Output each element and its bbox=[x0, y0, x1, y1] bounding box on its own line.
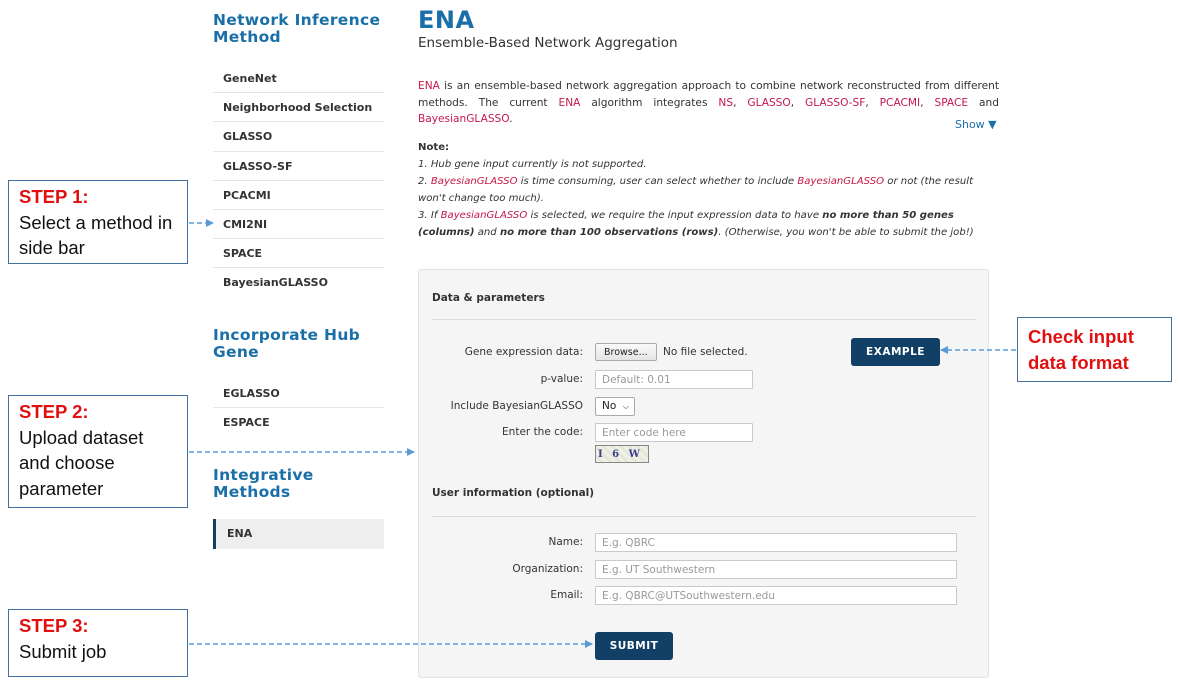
sidebar-list-hub-gene: EGLASSO ESPACE bbox=[213, 379, 384, 437]
submit-button[interactable]: SUBMIT bbox=[595, 632, 673, 660]
sidebar-item-espace[interactable]: ESPACE bbox=[213, 408, 384, 437]
note-text: 3. If bbox=[418, 210, 441, 221]
page-subtitle: Ensemble-Based Network Aggregation bbox=[418, 35, 678, 51]
callout-step3-title: STEP 3: bbox=[19, 615, 89, 636]
callout-step1-title: STEP 1: bbox=[19, 186, 89, 207]
sidebar-item-neighborhood-selection[interactable]: Neighborhood Selection bbox=[213, 93, 384, 123]
sidebar-item-pcacmi[interactable]: PCACMI bbox=[213, 181, 384, 210]
method-bayesianglasso-link[interactable]: BayesianGLASSO bbox=[418, 113, 509, 125]
callout-check-format: Check input data format bbox=[1017, 317, 1172, 382]
separator: . bbox=[509, 113, 513, 125]
chevron-down-icon: ⌵ bbox=[622, 402, 629, 411]
name-input[interactable] bbox=[595, 533, 957, 552]
callout-step1-text: Select a method in side bar bbox=[19, 211, 173, 259]
sidebar-list-integrative: ENA bbox=[213, 519, 384, 549]
note-term: BayesianGLASSO bbox=[430, 176, 518, 187]
note-text: and bbox=[474, 227, 500, 238]
note-term: BayesianGLASSO bbox=[440, 210, 528, 221]
divider bbox=[432, 319, 976, 320]
note-item-2: 2. BayesianGLASSO is time consuming, use… bbox=[418, 173, 999, 207]
note-item-3: 3. If BayesianGLASSO is selected, we req… bbox=[418, 207, 999, 241]
note-text: . (Otherwise, you won't be able to submi… bbox=[718, 227, 974, 238]
sidebar-heading-hub-gene: Incorporate Hub Gene bbox=[213, 326, 361, 361]
separator: , bbox=[790, 96, 806, 109]
method-ns-link[interactable]: NS bbox=[718, 97, 733, 109]
section-title-data-parameters: Data & parameters bbox=[432, 292, 545, 304]
select-value: No bbox=[602, 400, 617, 412]
name-label: Name: bbox=[548, 536, 583, 548]
show-more-link[interactable]: Show ▼ bbox=[955, 118, 997, 131]
callout-step2-title: STEP 2: bbox=[19, 401, 89, 422]
job-form-panel: Data & parameters Gene expression data: … bbox=[418, 269, 989, 678]
separator: , bbox=[920, 96, 935, 109]
callout-step3-text: Submit job bbox=[19, 640, 107, 662]
sidebar-heading-network-inference: Network Inference Method bbox=[213, 11, 381, 46]
sidebar-item-glasso[interactable]: GLASSO bbox=[213, 122, 384, 152]
code-label: Enter the code: bbox=[502, 426, 583, 438]
file-status-text: No file selected. bbox=[663, 346, 748, 358]
separator: , bbox=[733, 96, 748, 109]
sidebar-item-genenet[interactable]: GeneNet bbox=[213, 64, 384, 94]
note-text: is selected, we require the input expres… bbox=[527, 210, 823, 221]
note-term: BayesianGLASSO bbox=[797, 176, 885, 187]
separator: and bbox=[968, 96, 999, 109]
sidebar-item-glasso-sf[interactable]: GLASSO-SF bbox=[213, 152, 384, 181]
sidebar-list-network-inference: GeneNet Neighborhood Selection GLASSO GL… bbox=[213, 64, 384, 298]
intro-paragraph: ENA is an ensemble-based network aggrega… bbox=[418, 78, 999, 128]
note-title: Note: bbox=[418, 142, 450, 153]
email-input[interactable] bbox=[595, 586, 957, 605]
captcha-image: I 6 W B bbox=[595, 445, 649, 463]
divider bbox=[432, 516, 976, 517]
include-bayesianglasso-select[interactable]: No ⌵ bbox=[595, 397, 635, 416]
sidebar-item-cmi2ni[interactable]: CMI2NI bbox=[213, 210, 384, 240]
callout-step3: STEP 3: Submit job bbox=[8, 609, 188, 677]
ena-term: ENA bbox=[418, 80, 440, 92]
sidebar-item-bayesianglasso[interactable]: BayesianGLASSO bbox=[213, 268, 384, 297]
section-title-user-info: User information (optional) bbox=[432, 487, 595, 499]
gene-expression-label: Gene expression data: bbox=[464, 346, 583, 358]
note-emphasis: no more than 100 observations (rows) bbox=[499, 227, 719, 238]
callout-step1: STEP 1: Select a method in side bar bbox=[8, 180, 188, 264]
sidebar-item-eglasso[interactable]: EGLASSO bbox=[213, 379, 384, 409]
note-item-1: 1. Hub gene input currently is not suppo… bbox=[418, 159, 647, 170]
sidebar-item-space[interactable]: SPACE bbox=[213, 239, 384, 269]
pvalue-input[interactable] bbox=[595, 370, 753, 389]
browse-file-button[interactable]: Browse... bbox=[595, 343, 657, 361]
sidebar-item-ena[interactable]: ENA bbox=[213, 519, 384, 549]
method-glasso-sf-link[interactable]: GLASSO-SF bbox=[805, 97, 865, 109]
ena-term: ENA bbox=[558, 96, 581, 109]
note-text: is time consuming, user can select wheth… bbox=[517, 176, 798, 187]
note-block: Note: 1. Hub gene input currently is not… bbox=[418, 139, 999, 241]
example-button[interactable]: EXAMPLE bbox=[851, 338, 940, 366]
sidebar-heading-integrative: Integrative Methods bbox=[213, 466, 314, 501]
method-glasso-link[interactable]: GLASSO bbox=[747, 97, 790, 109]
include-bayesianglasso-label: Include BayesianGLASSO bbox=[450, 400, 583, 412]
method-pcacmi-link[interactable]: PCACMI bbox=[880, 97, 921, 109]
note-text: 2. bbox=[418, 176, 431, 187]
captcha-input[interactable] bbox=[595, 423, 753, 442]
callout-step2: STEP 2: Upload dataset and choose parame… bbox=[8, 395, 188, 508]
organization-input[interactable] bbox=[595, 560, 957, 579]
page-title: ENA bbox=[418, 6, 475, 34]
email-label: Email: bbox=[550, 589, 583, 601]
intro-text: algorithm integrates bbox=[580, 96, 719, 109]
method-space-link[interactable]: SPACE bbox=[934, 97, 968, 109]
separator: , bbox=[865, 96, 880, 109]
callout-step2-text: Upload dataset and choose parameter bbox=[19, 426, 144, 499]
organization-label: Organization: bbox=[512, 563, 583, 575]
pvalue-label: p-value: bbox=[540, 373, 583, 385]
